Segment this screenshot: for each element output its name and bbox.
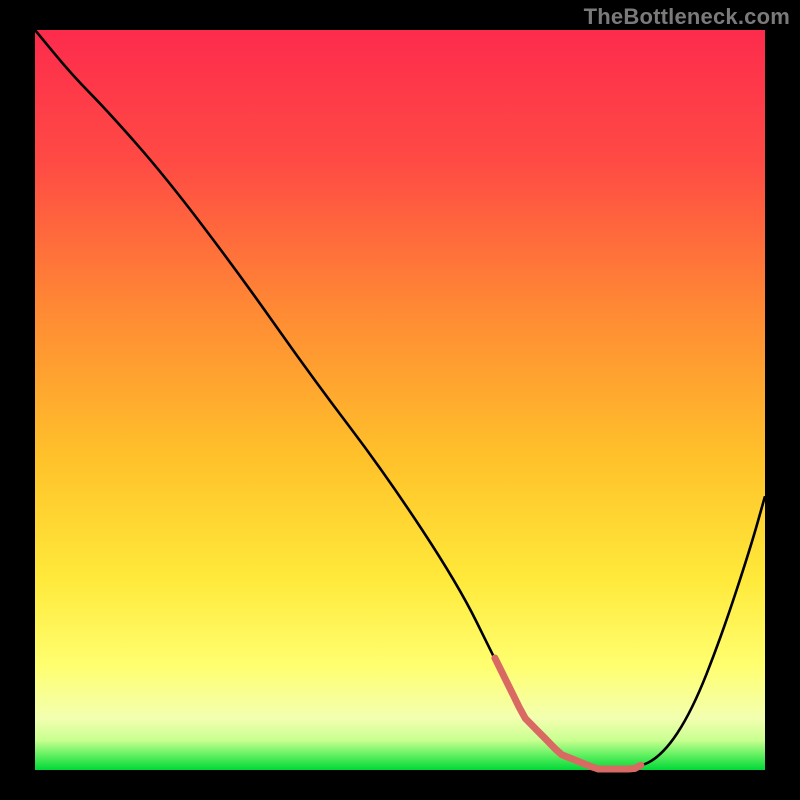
plot-background	[35, 30, 765, 770]
watermark-text: TheBottleneck.com	[584, 4, 790, 30]
chart-stage: TheBottleneck.com	[0, 0, 800, 800]
bottleneck-chart	[0, 0, 800, 800]
